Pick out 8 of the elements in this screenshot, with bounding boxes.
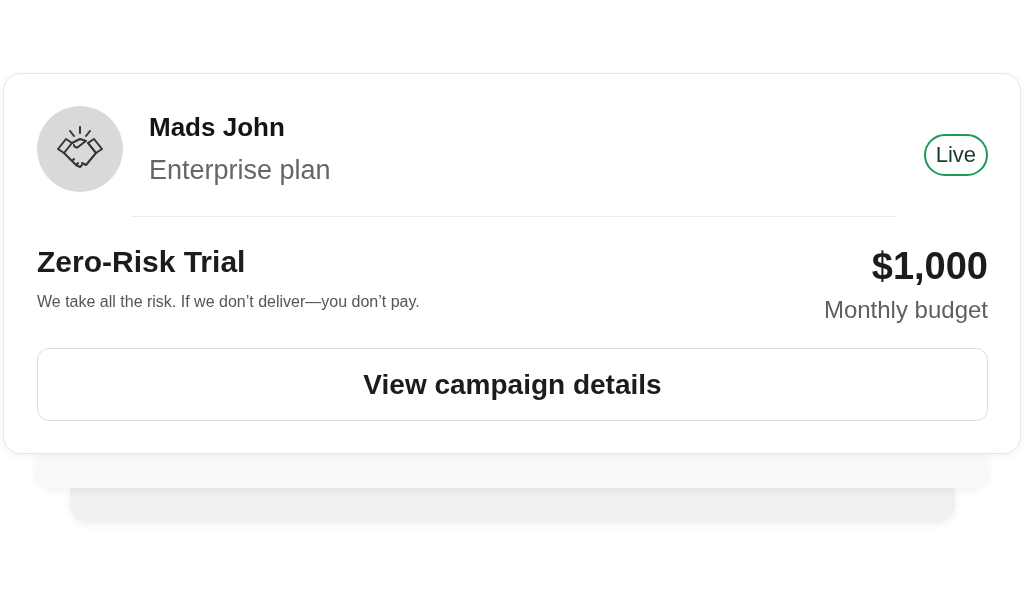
budget-label: Monthly budget bbox=[823, 296, 988, 324]
status-badge: Live bbox=[923, 134, 988, 176]
offer-title: Zero-Risk Trial bbox=[37, 245, 247, 279]
plan-name: Enterprise plan bbox=[149, 155, 332, 186]
budget-amount: $1,000 bbox=[871, 245, 988, 288]
account-name: Mads John bbox=[149, 112, 286, 143]
view-details-button[interactable]: View campaign details bbox=[37, 348, 988, 421]
offer-description: We take all the risk. If we don’t deliver—you don’t pay. bbox=[37, 293, 420, 311]
